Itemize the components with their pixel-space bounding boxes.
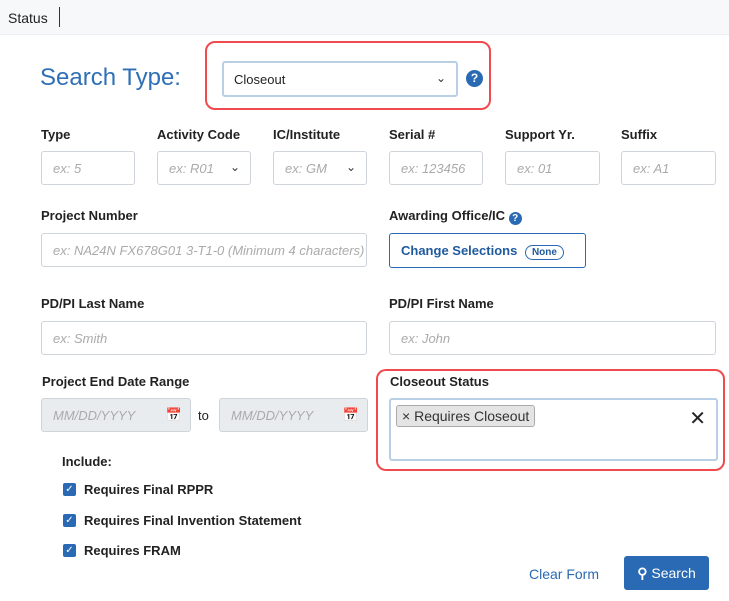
change-selections-label: Change Selections	[401, 243, 518, 258]
ic-placeholder: ex: GM	[285, 161, 327, 176]
tag-label: Requires Closeout	[414, 408, 530, 424]
end-date-to-input[interactable]: MM/DD/YYYY 📅	[219, 398, 368, 432]
activity-code-label: Activity Code	[157, 127, 241, 142]
selected-tag[interactable]: × Requires Closeout	[396, 405, 536, 427]
awarding-label-text: Awarding Office/IC	[389, 208, 506, 223]
change-selections-button[interactable]: Change Selections None	[389, 233, 586, 268]
suffix-input[interactable]: ex: A1	[621, 151, 716, 185]
search-type-select[interactable]: Closeout ⌄	[222, 61, 458, 97]
search-icon: ⚲	[637, 565, 648, 581]
remove-tag-icon[interactable]: ×	[402, 408, 410, 424]
checkbox-final-rppr[interactable]: ✓	[63, 483, 76, 496]
serial-label: Serial #	[389, 127, 436, 142]
type-label: Type	[41, 127, 71, 142]
help-icon[interactable]: ?	[466, 70, 483, 87]
last-name-label: PD/PI Last Name	[41, 296, 145, 311]
date-from-placeholder: MM/DD/YYYY	[53, 408, 136, 423]
type-input[interactable]: ex: 5	[41, 151, 135, 185]
ic-select[interactable]: ex: GM ⌄	[273, 151, 367, 185]
clear-form-link[interactable]: Clear Form	[529, 566, 599, 582]
top-bar: Status	[0, 0, 729, 35]
search-button-label: Search	[651, 565, 696, 581]
selection-count-badge: None	[524, 245, 564, 260]
end-date-label: Project End Date Range	[42, 374, 190, 389]
checkbox-label: Requires Final RPPR	[84, 482, 214, 497]
search-type-value: Closeout	[234, 72, 286, 87]
chevron-down-icon: ⌄	[435, 71, 446, 85]
checkbox-label: Requires Final Invention Statement	[84, 513, 302, 528]
last-name-input[interactable]: ex: Smith	[41, 321, 367, 355]
help-icon[interactable]: ?	[508, 212, 522, 225]
date-to-placeholder: MM/DD/YYYY	[231, 408, 314, 423]
calendar-icon[interactable]: 📅	[343, 407, 359, 423]
project-number-label: Project Number	[41, 208, 138, 223]
serial-input[interactable]: ex: 123456	[389, 151, 483, 185]
search-button[interactable]: ⚲ Search	[624, 556, 709, 590]
checkbox-final-invention[interactable]: ✓	[63, 514, 76, 527]
support-yr-label: Support Yr.	[505, 127, 575, 142]
suffix-label: Suffix	[621, 127, 658, 142]
date-to-label: to	[198, 408, 209, 423]
closeout-status-label: Closeout Status	[390, 374, 489, 389]
checkbox-label: Requires FRAM	[84, 543, 181, 558]
include-label: Include:	[62, 454, 112, 469]
support-yr-input[interactable]: ex: 01	[505, 151, 600, 185]
activity-code-select[interactable]: ex: R01 ⌄	[157, 151, 251, 185]
project-number-input[interactable]: ex: NA24N FX678G01 3-T1-0 (Minimum 4 cha…	[41, 233, 367, 267]
divider	[59, 7, 60, 27]
clear-all-icon[interactable]: ✕	[689, 406, 706, 431]
chevron-down-icon: ⌄	[229, 160, 240, 174]
end-date-from-input[interactable]: MM/DD/YYYY 📅	[41, 398, 191, 432]
calendar-icon[interactable]: 📅	[166, 407, 182, 423]
closeout-status-multiselect[interactable]: × Requires Closeout ✕	[389, 398, 718, 461]
first-name-input[interactable]: ex: John	[389, 321, 716, 355]
checkbox-fram[interactable]: ✓	[63, 544, 76, 557]
page-title: Status	[8, 10, 48, 26]
ic-label: IC/Institute	[273, 127, 341, 142]
activity-code-placeholder: ex: R01	[169, 161, 214, 176]
search-type-label: Search Type:	[40, 64, 181, 91]
awarding-label: Awarding Office/IC ?	[389, 208, 522, 225]
first-name-label: PD/PI First Name	[389, 296, 494, 311]
chevron-down-icon: ⌄	[345, 160, 356, 174]
